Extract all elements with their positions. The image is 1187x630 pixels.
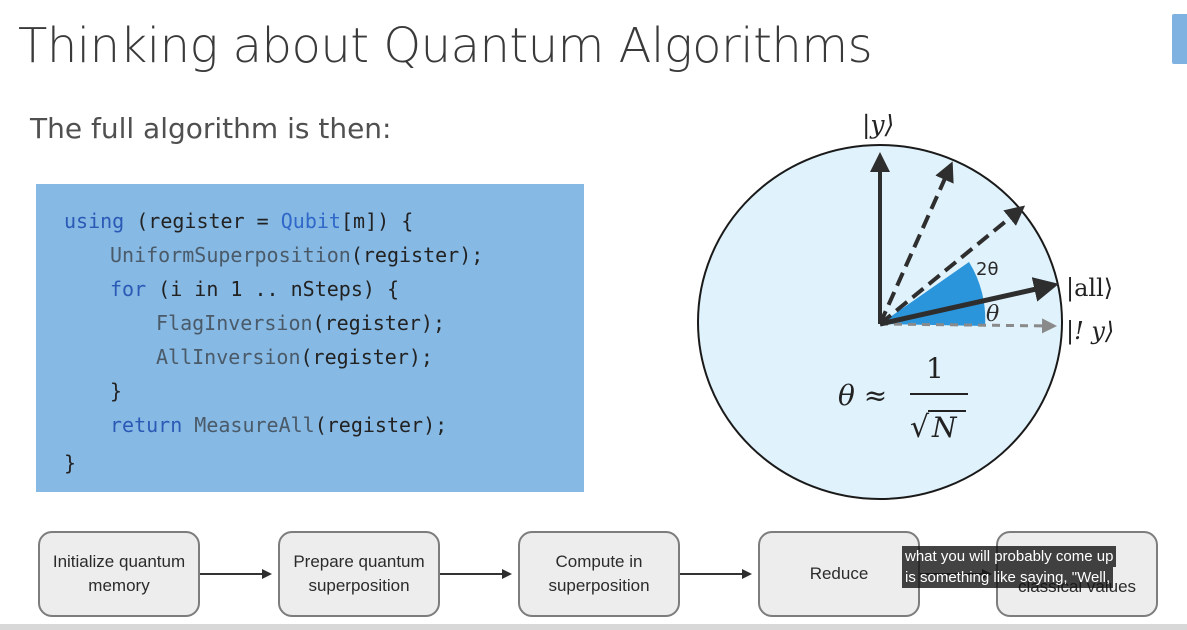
label-theta: θ <box>986 302 999 327</box>
label-all: |all⟩ <box>1066 274 1113 303</box>
formula-numerator: 1 <box>926 352 944 385</box>
formula-denominator: N <box>931 411 958 444</box>
flow-step-text: superposition <box>308 576 410 595</box>
flow-step-prepare: Prepare quantum superposition <box>278 531 440 617</box>
flow-step-initialize: Initialize quantum memory <box>38 531 200 617</box>
flow-step-text: Compute in <box>555 552 643 571</box>
flow-step-reduce: Reduce <box>758 531 920 617</box>
label-y: |y⟩ <box>862 110 894 140</box>
flow-step-compute: Compute in superposition <box>518 531 680 617</box>
caption-line: is something like saying, "Well, <box>902 567 1114 588</box>
formula-lhs: θ ≈ <box>838 379 887 412</box>
flow-step-text: Reduce <box>809 564 869 583</box>
flow-step-text: superposition <box>548 576 650 595</box>
label-2theta: 2θ <box>976 259 998 280</box>
bottom-edge <box>0 624 1187 630</box>
formula-sqrt-sign: √ <box>910 410 930 445</box>
flow-step-text: Initialize quantum <box>52 552 186 571</box>
label-not-y: |! y⟩ <box>1066 317 1114 346</box>
caption-line: what you will probably come up <box>902 546 1117 567</box>
flow-step-text: memory <box>88 576 150 595</box>
video-caption: what you will probably come up is someth… <box>902 546 1117 588</box>
flow-step-text: Prepare quantum <box>293 552 425 571</box>
